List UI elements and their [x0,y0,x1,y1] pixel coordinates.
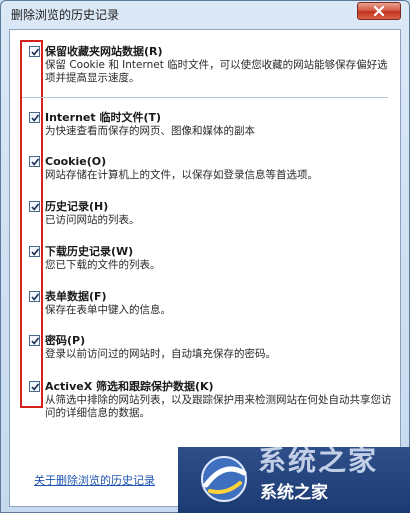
option-description: 从筛选中排除的网站列表，以及跟踪保护用来检测网站在何处自动共享您访问的详细信息的… [45,394,392,419]
window-title: 删除浏览的历史记录 [11,8,120,22]
check-icon [31,337,40,345]
dialog-content: 保留收藏夹网站数据(R) 保留 Cookie 和 Internet 临时文件，可… [9,29,401,507]
option-title: 密码(P) [45,334,86,347]
close-button[interactable] [357,2,401,20]
option-description: 您已下载的文件的列表。 [45,259,161,271]
checkbox[interactable] [29,381,40,392]
check-icon [31,158,40,166]
check-icon [31,383,40,391]
check-icon [31,248,40,256]
checkbox[interactable] [29,46,40,57]
dialog-window: 删除浏览的历史记录 保留收藏夹网站数据(R) 保留 Cookie 和 Inter… [0,0,410,513]
separator [22,97,388,98]
option-title: 保留收藏夹网站数据(R) [45,45,163,58]
option-description: 保存在表单中键入的信息。 [45,304,171,316]
option-title: Internet 临时文件(T) [45,111,162,124]
check-icon [31,114,40,122]
check-icon [31,293,40,301]
option-title: Cookie(O) [45,155,107,168]
title-bar[interactable]: 删除浏览的历史记录 [1,1,409,27]
checkbox[interactable] [29,156,40,167]
option-description: 保留 Cookie 和 Internet 临时文件，可以使您收藏的网站能够保存偏… [45,59,388,84]
globe-logo-icon [201,456,247,502]
close-icon [374,6,384,16]
watermark-text: 系统之家 [260,483,328,503]
watermark-big-text: 系统之家 [258,447,379,477]
option-title: 表单数据(F) [45,290,107,303]
option-title: ActiveX 筛选和跟踪保护数据(K) [45,380,214,393]
option-description: 登录以前访问过的网站时，自动填充保存的密码。 [45,348,276,360]
about-delete-history-link[interactable]: 关于删除浏览的历史记录 [34,472,155,488]
site-watermark: 系统之家 系统之家 [178,447,410,513]
option-description: 已访问网站的列表。 [45,214,140,226]
checkbox-highlight-box [20,40,43,408]
option-title: 下载历史记录(W) [45,245,134,258]
option-title: 历史记录(H) [45,200,109,213]
check-icon [31,48,40,56]
checkbox[interactable] [29,291,40,302]
option-description: 网站存储在计算机上的文件，以保存如登录信息等首选项。 [45,169,318,181]
checkbox[interactable] [29,335,40,346]
check-icon [31,203,40,211]
checkbox[interactable] [29,112,40,123]
checkbox[interactable] [29,201,40,212]
option-description: 为快速查看而保存的网页、图像和媒体的副本 [45,125,255,137]
checkbox[interactable] [29,246,40,257]
